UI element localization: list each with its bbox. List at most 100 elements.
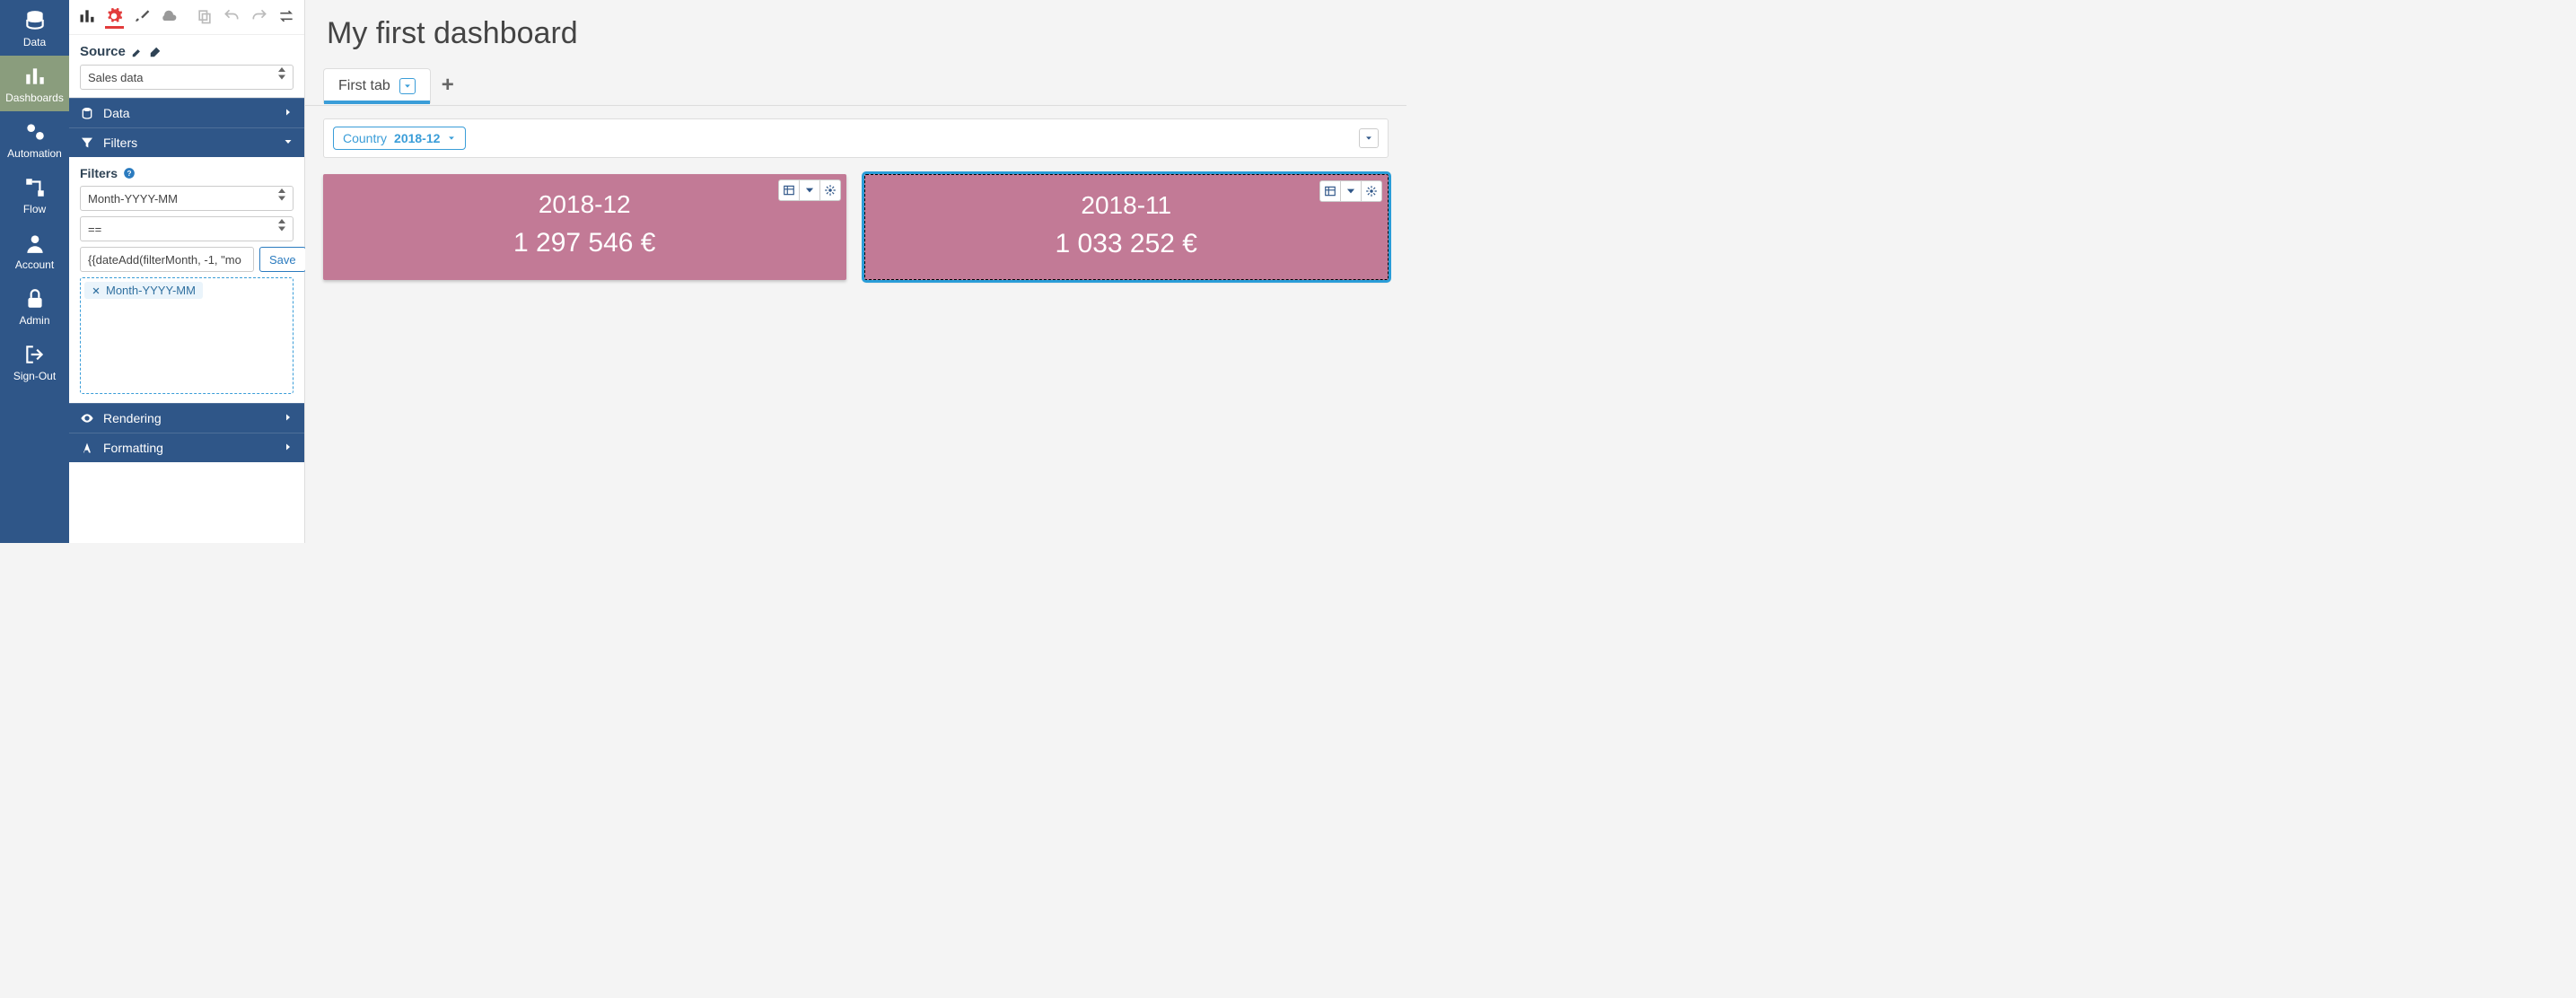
toolbar-cloud-button[interactable] xyxy=(160,5,178,29)
tab-label: First tab xyxy=(338,78,390,94)
accordion-label: Data xyxy=(103,106,130,120)
nav-item-flow[interactable]: Flow xyxy=(0,167,69,223)
cloud-icon xyxy=(160,7,178,25)
card-dropdown-button[interactable] xyxy=(799,179,820,201)
main-area: My first dashboard First tab + Country 2… xyxy=(305,0,1406,543)
toolbar-brush-button[interactable] xyxy=(133,5,151,29)
filter-value-input[interactable] xyxy=(80,247,254,272)
signout-icon xyxy=(23,343,47,366)
tab-dropdown-button[interactable] xyxy=(399,78,416,94)
svg-text:?: ? xyxy=(127,170,132,178)
toolbar-settings-button[interactable] xyxy=(105,5,123,29)
card-table-button[interactable] xyxy=(1319,180,1341,202)
edit-icon[interactable] xyxy=(131,46,144,58)
caret-down-icon xyxy=(1345,185,1357,197)
nav-item-account[interactable]: Account xyxy=(0,223,69,278)
filter-icon xyxy=(80,136,94,150)
kpi-card[interactable]: 2018-12 1 297 546 € xyxy=(323,174,846,280)
toolbar-copy-button[interactable] xyxy=(196,5,214,29)
eye-icon xyxy=(80,411,94,425)
nav-item-dashboards[interactable]: Dashboards xyxy=(0,56,69,111)
user-icon xyxy=(23,232,47,255)
nav-label: Account xyxy=(15,258,54,271)
toolbar-redo-button[interactable] xyxy=(250,5,268,29)
filter-chip[interactable]: Month-YYYY-MM xyxy=(84,282,203,299)
filters-body: Filters ? Month-YYYY-MM == Save M xyxy=(69,157,304,403)
nav-label: Sign-Out xyxy=(13,370,56,382)
tab-first[interactable]: First tab xyxy=(323,68,431,103)
nav-label: Admin xyxy=(19,314,49,327)
source-label: Source xyxy=(80,44,126,59)
nav-label: Data xyxy=(23,36,46,48)
toolbar-swap-button[interactable] xyxy=(277,5,295,29)
filter-field-select[interactable]: Month-YYYY-MM xyxy=(80,186,294,211)
accordion-rendering[interactable]: Rendering xyxy=(69,403,304,433)
dashboard-filter-pill[interactable]: Country 2018-12 xyxy=(333,127,466,150)
swap-icon xyxy=(277,7,295,25)
card-settings-button[interactable] xyxy=(1361,180,1382,202)
card-title: 2018-12 xyxy=(332,190,837,219)
close-icon[interactable] xyxy=(92,286,101,295)
chevron-right-icon xyxy=(283,412,294,423)
nav-item-data[interactable]: Data xyxy=(0,0,69,56)
nav-item-admin[interactable]: Admin xyxy=(0,278,69,334)
gears-icon xyxy=(23,120,47,144)
card-tools xyxy=(1320,180,1382,202)
nav-label: Automation xyxy=(7,147,62,160)
source-section: Source Sales data xyxy=(69,35,304,98)
help-icon[interactable]: ? xyxy=(123,167,136,179)
table-icon xyxy=(783,184,795,197)
accordion-label: Filters xyxy=(103,136,137,150)
filter-chips-box[interactable]: Month-YYYY-MM xyxy=(80,277,294,394)
accordion-label: Formatting xyxy=(103,441,163,455)
source-value: Sales data xyxy=(88,71,143,84)
caret-down-icon xyxy=(1364,134,1373,143)
bar-chart-icon xyxy=(23,65,47,88)
nav-item-automation[interactable]: Automation xyxy=(0,111,69,167)
side-panel: Source Sales data Data Filters Filters ? xyxy=(69,0,305,543)
filters-heading: Filters xyxy=(80,166,118,180)
redo-icon xyxy=(250,7,268,25)
toolbar-undo-button[interactable] xyxy=(223,5,241,29)
pencil-icon[interactable] xyxy=(149,46,162,58)
card-value: 1 297 546 € xyxy=(332,228,837,258)
dashboard-title: My first dashboard xyxy=(305,0,1406,66)
filter-name: Country xyxy=(343,131,387,145)
accordion-filters[interactable]: Filters xyxy=(69,127,304,157)
chevron-right-icon xyxy=(283,442,294,452)
add-tab-button[interactable]: + xyxy=(431,66,465,105)
accordion-formatting[interactable]: Formatting xyxy=(69,433,304,462)
card-table-button[interactable] xyxy=(778,179,800,201)
font-icon xyxy=(80,441,94,455)
filter-value: 2018-12 xyxy=(394,131,440,145)
filterbar-menu-button[interactable] xyxy=(1359,128,1379,148)
caret-down-icon xyxy=(403,82,412,91)
card-value: 1 033 252 € xyxy=(874,229,1380,259)
card-dropdown-button[interactable] xyxy=(1340,180,1362,202)
accordion-label: Rendering xyxy=(103,411,162,425)
chevron-down-icon xyxy=(283,136,294,147)
bar-chart-icon xyxy=(78,7,96,25)
card-title: 2018-11 xyxy=(874,191,1380,220)
gear-icon xyxy=(105,7,123,25)
filter-operator-select[interactable]: == xyxy=(80,216,294,241)
card-tools xyxy=(779,179,841,201)
database-icon xyxy=(80,106,94,120)
panel-toolbar xyxy=(69,0,304,35)
nav-item-signout[interactable]: Sign-Out xyxy=(0,334,69,390)
kpi-card[interactable]: 2018-11 1 033 252 € xyxy=(864,174,1389,280)
chevron-right-icon xyxy=(283,107,294,118)
flow-icon xyxy=(23,176,47,199)
accordion-data[interactable]: Data xyxy=(69,98,304,127)
save-filter-button[interactable]: Save xyxy=(259,247,306,272)
brush-icon xyxy=(133,7,151,25)
gear-icon xyxy=(824,184,837,197)
filter-operator-value: == xyxy=(88,223,101,236)
chevron-down-icon xyxy=(447,134,456,143)
card-settings-button[interactable] xyxy=(819,179,841,201)
copy-icon xyxy=(196,7,214,25)
source-select[interactable]: Sales data xyxy=(80,65,294,90)
filter-field-value: Month-YYYY-MM xyxy=(88,192,178,206)
dashboard-filter-bar: Country 2018-12 xyxy=(323,118,1389,158)
toolbar-chart-button[interactable] xyxy=(78,5,96,29)
